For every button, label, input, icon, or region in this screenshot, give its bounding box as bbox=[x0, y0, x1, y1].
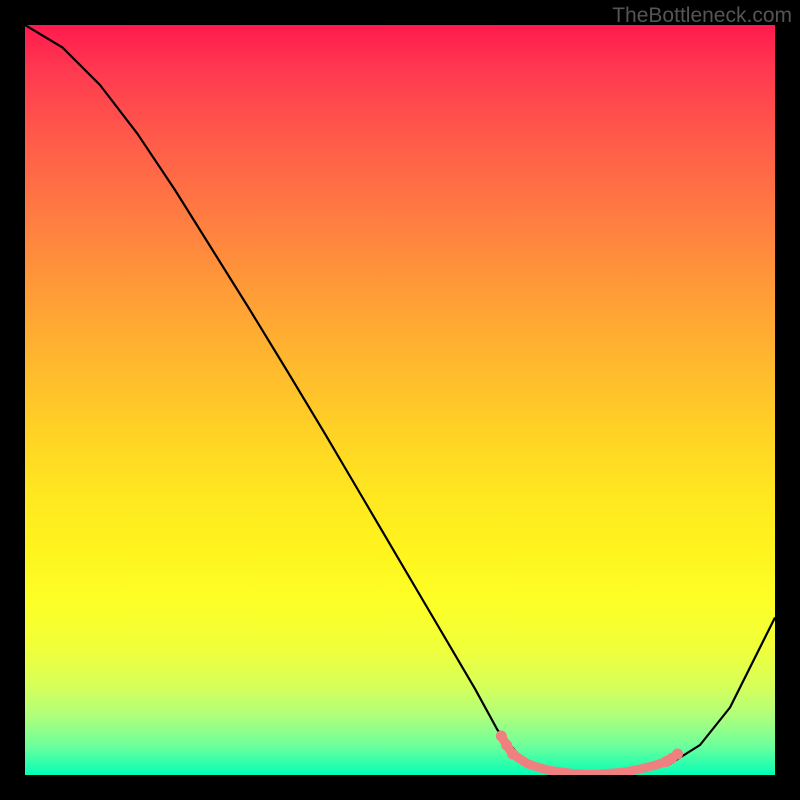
highlight-dot bbox=[672, 749, 683, 760]
highlight-dot bbox=[507, 749, 518, 760]
curve-line bbox=[25, 25, 775, 775]
bottleneck-curve-path bbox=[25, 25, 775, 775]
watermark-text: TheBottleneck.com bbox=[612, 4, 792, 28]
chart-container bbox=[25, 25, 775, 775]
highlight-dot bbox=[501, 740, 512, 751]
curve-overlay bbox=[25, 25, 775, 775]
highlight-stroke bbox=[501, 736, 677, 774]
highlight-markers bbox=[496, 731, 683, 775]
